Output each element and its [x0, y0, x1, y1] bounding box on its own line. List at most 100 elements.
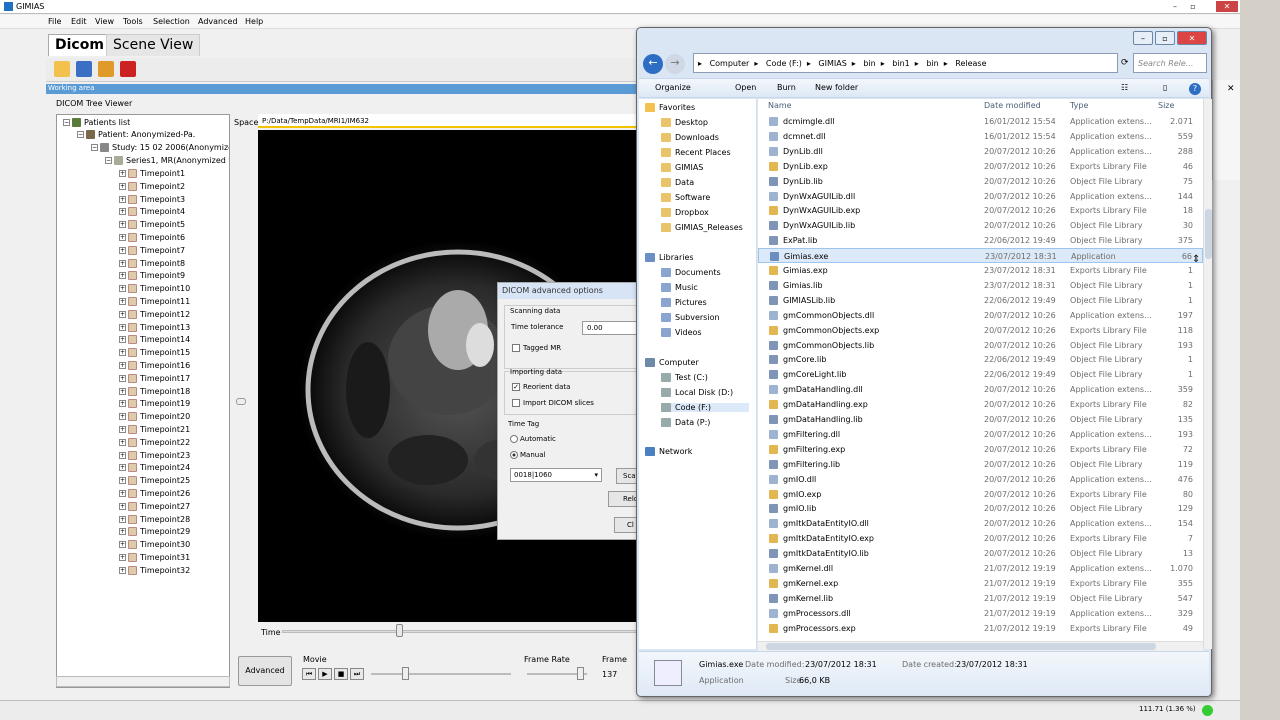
expand-icon[interactable]: + — [119, 170, 126, 177]
nav-item-drive[interactable]: Local Disk (D:) — [661, 388, 733, 397]
tree-node-series[interactable]: − Series1, MR(Anonymized w — [105, 156, 229, 168]
file-row[interactable]: dcmnet.dll 16/01/2012 15:54 Application ex… — [758, 129, 1203, 144]
expand-icon[interactable]: + — [119, 310, 126, 318]
tree-node-timepoint[interactable]: + Timepoint10 — [119, 284, 190, 296]
expand-icon[interactable]: + — [119, 272, 126, 280]
advanced-button[interactable]: Advanced — [238, 656, 292, 686]
file-row[interactable]: Gimias.exp 23/07/2012 18:31 Exports Librar… — [758, 263, 1203, 278]
tree-node-timepoint[interactable]: + Timepoint3 — [119, 194, 185, 207]
tree-node-patients[interactable]: − Patients list — [63, 118, 130, 130]
expand-icon[interactable]: + — [119, 298, 126, 305]
organize-menu[interactable]: Organize — [655, 83, 691, 92]
file-row[interactable]: dcmimgle.dll 16/01/2012 15:54 Application … — [758, 114, 1203, 129]
file-row[interactable]: GIMIASLib.lib 22/06/2012 19:49 Object File… — [758, 293, 1203, 308]
menu-selection[interactable]: Selection — [153, 17, 190, 26]
tree-node-timepoint[interactable]: + Timepoint26 — [119, 489, 190, 501]
nav-libraries[interactable]: Libraries — [645, 253, 694, 262]
nav-item-drive[interactable]: Code (F:) — [661, 403, 749, 412]
tree-node-timepoint[interactable]: + Timepoint8 — [119, 258, 185, 271]
movie-slider[interactable] — [371, 673, 511, 675]
tree-node-timepoint[interactable]: + Timepoint19 — [119, 399, 190, 411]
tree-node-timepoint[interactable]: + Timepoint6 — [119, 233, 185, 245]
file-row[interactable]: DynLib.lib 20/07/2012 10:26 Object File Li… — [758, 174, 1203, 189]
tree-node-timepoint[interactable]: + Timepoint7 — [119, 245, 185, 258]
open-folder-icon[interactable] — [54, 61, 70, 77]
explorer-close-button[interactable]: ✕ — [1177, 31, 1207, 45]
nav-item-favorite[interactable]: Desktop — [661, 118, 708, 127]
search-input[interactable]: Search Rele... — [1133, 53, 1207, 73]
breadcrumb-bin1[interactable]: bin1 — [892, 59, 909, 68]
file-list[interactable]: Name Date modified Type Size dcmimgle.dl… — [758, 99, 1203, 649]
tree-node-timepoint[interactable]: + Timepoint2 — [119, 181, 185, 194]
file-row[interactable]: gmKernel.exp 21/07/2012 19:19 Exports Libr… — [758, 576, 1203, 591]
stop-button[interactable]: ■ — [334, 668, 348, 680]
column-date-modified[interactable]: Date modified — [984, 101, 1041, 110]
file-row[interactable]: gmFiltering.dll 20/07/2012 10:26 Applicati… — [758, 427, 1203, 442]
view-options-icon[interactable]: ☷ — [1121, 83, 1128, 92]
file-row[interactable]: gmCoreLight.lib 22/06/2012 19:49 Object Fi… — [758, 367, 1203, 382]
nav-item-favorite[interactable]: Dropbox — [661, 208, 709, 217]
expand-icon[interactable]: + — [119, 451, 126, 459]
expand-icon[interactable]: + — [119, 349, 126, 357]
nav-computer[interactable]: Computer — [645, 358, 699, 367]
nav-item-favorite[interactable]: Recent Places — [661, 148, 731, 157]
zoom-slider-handle[interactable] — [236, 398, 246, 405]
tree-node-timepoint[interactable]: + Timepoint9 — [119, 271, 185, 283]
file-row[interactable]: DynWxAGUILib.lib 20/07/2012 10:26 Object F… — [758, 218, 1203, 233]
menu-help[interactable]: Help — [245, 17, 263, 26]
file-row[interactable]: ExPat.lib 22/06/2012 19:49 Object File Lib… — [758, 233, 1203, 248]
tree-node-timepoint[interactable]: + Timepoint13 — [119, 322, 190, 335]
expand-icon[interactable]: + — [119, 182, 126, 190]
nav-item-favorite[interactable]: GIMIAS_Releases — [661, 223, 743, 232]
file-row[interactable]: gmFiltering.exp 20/07/2012 10:26 Exports L… — [758, 442, 1203, 457]
time-slider-thumb[interactable] — [396, 624, 404, 637]
expand-icon[interactable]: + — [119, 490, 126, 497]
column-name[interactable]: Name — [768, 101, 792, 110]
file-row[interactable]: Gimias.lib 23/07/2012 18:31 Object File Li… — [758, 278, 1203, 293]
expand-icon[interactable]: + — [119, 400, 126, 408]
tree-node-patient[interactable]: − Patient: Anonymized-Pa. — [77, 130, 195, 142]
file-row[interactable]: gmCommonObjects.lib 20/07/2012 10:26 Objec… — [758, 338, 1203, 353]
tree-node-timepoint[interactable]: + Timepoint1 — [119, 169, 185, 181]
menu-file[interactable]: File — [48, 17, 61, 26]
forward-arrow-icon[interactable]: → — [665, 54, 685, 74]
expand-icon[interactable]: + — [119, 502, 126, 510]
file-row[interactable]: gmProcessors.dll 21/07/2012 19:19 Applicat… — [758, 606, 1203, 621]
nav-favorites[interactable]: Favorites — [645, 103, 695, 112]
reorient-checkbox[interactable]: ✓ — [512, 383, 520, 391]
rewind-button[interactable]: ⏮ — [302, 668, 316, 680]
breadcrumb-release[interactable]: Release — [955, 59, 986, 68]
automatic-radio[interactable] — [510, 435, 518, 443]
time-slider[interactable] — [282, 630, 638, 633]
explorer-minimize-button[interactable]: – — [1133, 31, 1153, 45]
expand-icon[interactable]: + — [119, 528, 126, 536]
nav-item-favorite[interactable]: Downloads — [661, 133, 719, 142]
nav-item-favorite[interactable]: GIMIAS — [661, 163, 703, 172]
tree-node-timepoint[interactable]: + Timepoint5 — [119, 220, 185, 232]
tree-node-timepoint[interactable]: + Timepoint16 — [119, 361, 190, 373]
file-row[interactable]: gmCommonObjects.exp 20/07/2012 10:26 Expor… — [758, 323, 1203, 338]
tree-node-timepoint[interactable]: + Timepoint20 — [119, 412, 190, 424]
tree-node-timepoint[interactable]: + Timepoint15 — [119, 348, 190, 360]
tree-node-timepoint[interactable]: + Timepoint28 — [119, 514, 190, 527]
tree-node-timepoint[interactable]: + Timepoint24 — [119, 463, 190, 475]
expand-icon[interactable]: + — [119, 323, 126, 331]
file-row[interactable]: gmFiltering.lib 20/07/2012 10:26 Object Fi… — [758, 457, 1203, 472]
menu-view[interactable]: View — [95, 17, 114, 26]
expand-icon[interactable]: + — [119, 221, 126, 229]
file-row[interactable]: gmIO.exp 20/07/2012 10:26 Exports Library … — [758, 487, 1203, 502]
nav-item-drive[interactable]: Data (P:) — [661, 418, 710, 427]
expand-icon[interactable]: + — [119, 374, 126, 382]
nav-item-favorite[interactable]: Data — [661, 178, 694, 187]
import-icon[interactable] — [98, 61, 114, 77]
expand-icon[interactable]: + — [119, 477, 126, 485]
column-type[interactable]: Type — [1070, 101, 1088, 110]
expand-icon[interactable]: + — [119, 566, 126, 574]
menu-advanced[interactable]: Advanced — [198, 17, 238, 26]
expand-icon[interactable]: + — [119, 426, 126, 433]
explorer-maximize-button[interactable]: ▫ — [1155, 31, 1175, 45]
tab-scene-view[interactable]: Scene View — [106, 34, 201, 56]
breadcrumb-bin2[interactable]: bin — [926, 59, 938, 68]
expand-icon[interactable]: + — [119, 438, 126, 446]
breadcrumb-gimias[interactable]: GIMIAS — [818, 59, 846, 68]
